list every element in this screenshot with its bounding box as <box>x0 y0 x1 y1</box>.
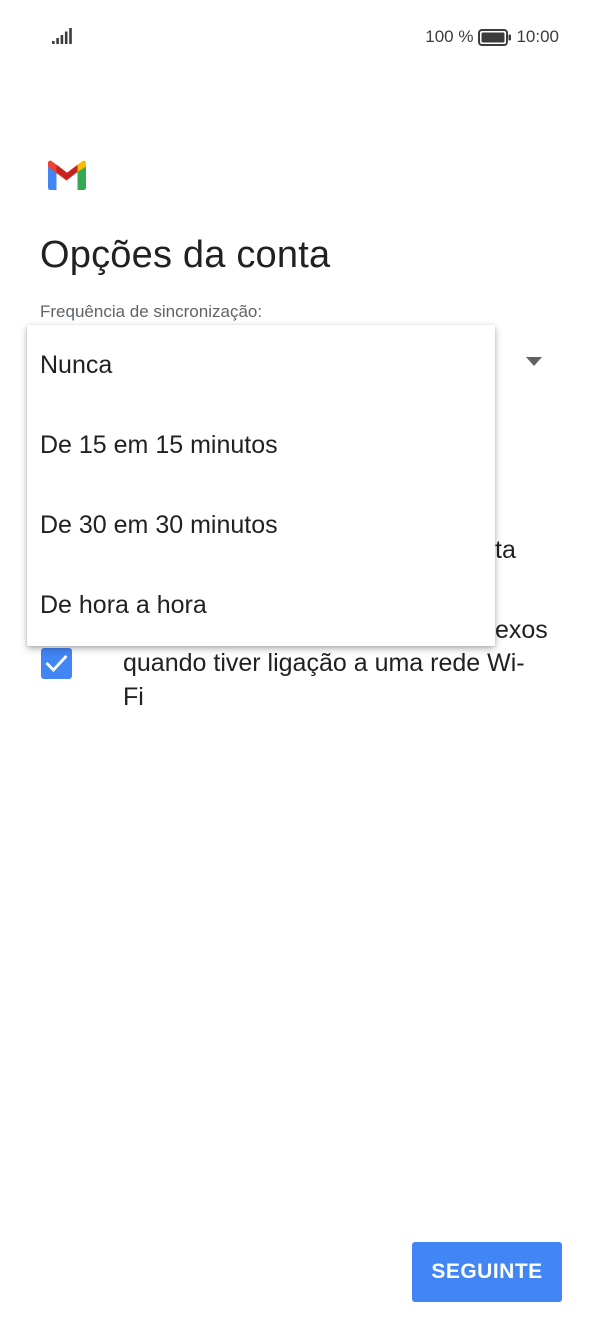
page-title: Opções da conta <box>40 234 331 276</box>
wifi-attachments-checkbox[interactable] <box>41 648 72 679</box>
battery-full-icon <box>478 28 512 46</box>
wifi-attachments-label: quando tiver ligação a uma rede Wi-Fi <box>123 649 525 711</box>
status-right: 100 % 10:00 <box>425 25 559 49</box>
menu-item-30-minutes[interactable]: De 30 em 30 minutos <box>27 485 495 565</box>
battery-percent: 100 % <box>425 27 474 46</box>
status-bar: 100 % 10:00 <box>0 0 602 74</box>
menu-item-15-minutes[interactable]: De 15 em 15 minutos <box>27 405 495 485</box>
dropdown-arrow-icon[interactable] <box>526 357 542 366</box>
sync-frequency-menu: Nunca De 15 em 15 minutos De 30 em 30 mi… <box>27 325 495 646</box>
checkmark-icon <box>45 655 68 673</box>
sync-frequency-label: Frequência de sincronização: <box>40 302 263 321</box>
gmail-logo <box>48 160 86 190</box>
cellular-signal-icon <box>52 28 72 44</box>
menu-item-never[interactable]: Nunca <box>27 325 495 405</box>
obscured-text-fragment: exos <box>495 616 548 644</box>
obscured-text-fragment: ta <box>495 536 516 564</box>
clock: 10:00 <box>516 27 559 46</box>
next-button[interactable]: SEGUINTE <box>412 1242 562 1302</box>
menu-item-hourly[interactable]: De hora a hora <box>27 565 495 645</box>
